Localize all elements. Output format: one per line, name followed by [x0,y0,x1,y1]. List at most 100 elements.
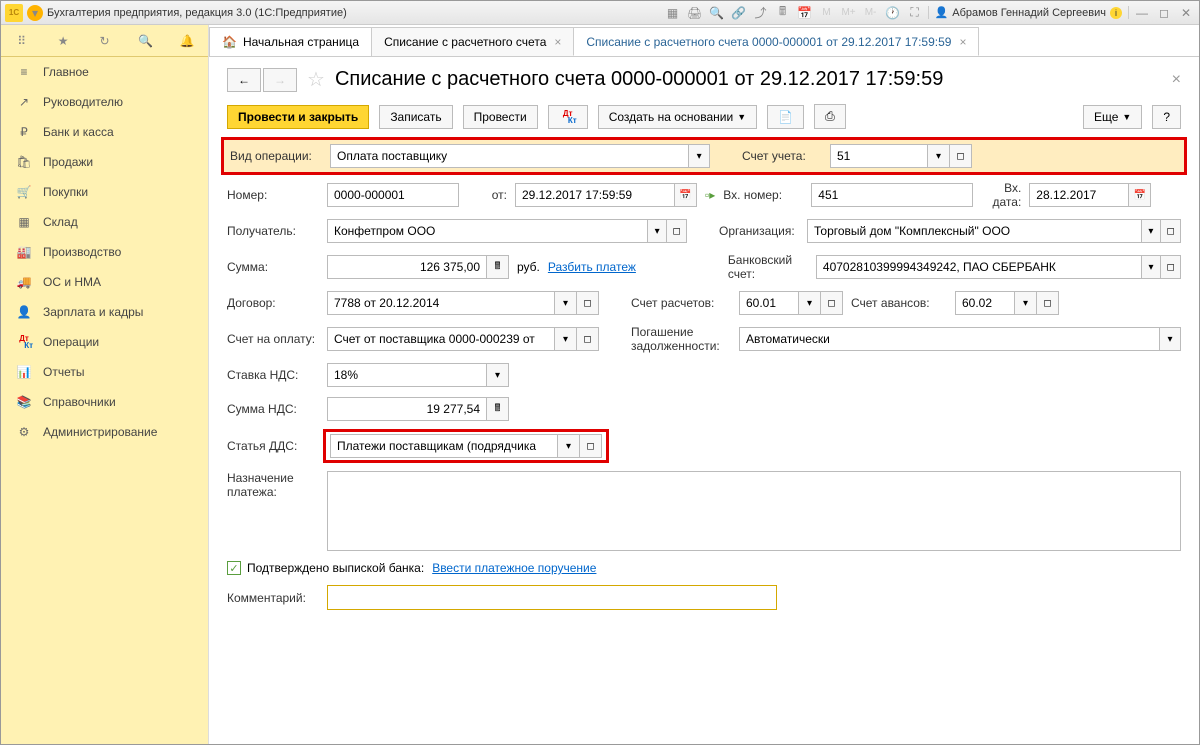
attach-button[interactable]: 📄 [767,105,804,129]
sidebar-item-4[interactable]: 🛒Покупки [1,177,208,207]
settlement-input[interactable] [739,291,799,315]
post-close-button[interactable]: Провести и закрыть [227,105,369,129]
search-icon[interactable]: 🔍 [708,4,726,22]
sidebar-item-6[interactable]: 🏭Производство [1,237,208,267]
tab-home[interactable]: 🏠 Начальная страница [209,27,372,56]
vat-sum-input[interactable] [327,397,487,421]
sidebar-item-10[interactable]: 📊Отчеты [1,357,208,387]
sidebar-item-2[interactable]: ₽Банк и касса [1,117,208,147]
advance-input[interactable] [955,291,1015,315]
close-window-icon[interactable]: ✕ [1177,4,1195,22]
calculator-icon[interactable]: 🖩 [774,4,792,22]
dropdown-icon[interactable]: ▾ [799,291,821,315]
comment-input[interactable] [327,585,777,610]
page-close-icon[interactable]: × [1172,71,1181,89]
sidebar-item-5[interactable]: ▦Склад [1,207,208,237]
op-type-input[interactable] [330,144,689,168]
open-icon[interactable]: ◻ [1037,291,1059,315]
tab-doc2[interactable]: Списание с расчетного счета 0000-000001 … [573,27,979,56]
debt-input[interactable] [739,327,1160,351]
write-button[interactable]: Записать [379,105,452,129]
search-sidebar-icon[interactable]: 🔍 [137,32,155,50]
sidebar-item-12[interactable]: ⚙Администрирование [1,417,208,447]
maximize-icon[interactable]: ◻ [1155,4,1173,22]
contract-input[interactable] [327,291,555,315]
expand-icon[interactable]: ⛶ [906,4,924,22]
dropdown-icon[interactable]: ▾ [27,5,43,21]
open-icon[interactable]: ◻ [577,291,599,315]
vat-rate-input[interactable] [327,363,487,387]
create-based-button[interactable]: Создать на основании ▼ [598,105,757,129]
help-button[interactable]: ? [1152,105,1181,129]
user-badge[interactable]: 👤 Абрамов Геннадий Сергеевич i [928,6,1129,19]
dropdown-icon[interactable]: ▾ [648,219,668,243]
dropdown-icon[interactable]: ▾ [1015,291,1037,315]
close-icon[interactable]: × [959,35,966,49]
dropdown-icon[interactable]: ▾ [555,291,577,315]
dropdown-icon[interactable]: ▾ [558,434,580,458]
close-icon[interactable]: × [554,35,561,49]
open-icon[interactable]: ◻ [950,144,972,168]
open-icon[interactable]: ◻ [821,291,843,315]
clock-icon[interactable]: 🕐 [884,4,902,22]
star-icon[interactable]: ☆ [307,67,325,92]
sidebar-item-3[interactable]: 🛍Продажи [1,147,208,177]
print-icon[interactable]: 🖨 [686,4,704,22]
more-button[interactable]: Еще ▼ [1083,105,1142,129]
dropdown-icon[interactable]: ▾ [1142,255,1162,279]
bank-account-input[interactable] [816,255,1142,279]
link-icon[interactable]: 🔗 [730,4,748,22]
calculator-icon[interactable]: 🖩 [487,397,509,421]
sidebar-item-1[interactable]: ↗Руководителю [1,87,208,117]
dropdown-icon[interactable]: ▾ [555,327,577,351]
confirmed-checkbox[interactable]: ✓ Подтверждено выпиской банка: [227,561,424,575]
dropdown-icon[interactable]: ▾ [487,363,509,387]
apps-icon[interactable]: ⠿ [13,32,31,50]
account-input[interactable] [830,144,928,168]
enter-order-link[interactable]: Ввести платежное поручение [432,561,596,575]
bell-icon[interactable]: 🔔 [178,32,196,50]
sidebar-item-11[interactable]: 📚Справочники [1,387,208,417]
favorite-icon[interactable]: ★ [54,32,72,50]
inc-number-input[interactable] [811,183,973,207]
m-icon[interactable]: M [818,4,836,22]
minimize-icon[interactable]: — [1133,4,1151,22]
history-icon[interactable]: ↻ [95,32,113,50]
calendar-icon[interactable]: 📅 [675,183,697,207]
toolbar-icon[interactable]: ▦ [664,4,682,22]
back-button[interactable]: ← [227,68,261,92]
forward-button[interactable]: → [263,68,297,92]
invoice-input[interactable] [327,327,555,351]
tab-doc1[interactable]: Списание с расчетного счета × [371,27,574,56]
dropdown-icon[interactable]: ▾ [1142,219,1162,243]
purpose-input[interactable] [327,471,1181,551]
calculator-icon[interactable]: 🖩 [487,255,509,279]
dropdown-icon[interactable]: ▾ [928,144,950,168]
sidebar-item-0[interactable]: ≡Главное [1,57,208,87]
open-icon[interactable]: ◻ [667,219,687,243]
dds-input[interactable] [330,434,558,458]
post-button[interactable]: Провести [463,105,538,129]
sidebar-item-8[interactable]: 👤Зарплата и кадры [1,297,208,327]
open-icon[interactable]: ◻ [580,434,602,458]
recipient-input[interactable] [327,219,648,243]
m-minus-icon[interactable]: M- [862,4,880,22]
dropdown-icon[interactable]: ▾ [1160,327,1181,351]
sum-input[interactable] [327,255,487,279]
calendar-icon[interactable]: 📅 [1129,183,1151,207]
open-icon[interactable]: ◻ [577,327,599,351]
dtkt-button[interactable]: ДтКт [548,105,588,129]
clip-button[interactable]: ⎙ [814,104,846,129]
inc-date-input[interactable] [1029,183,1129,207]
open-icon[interactable]: ◻ [1161,219,1181,243]
sidebar-item-7[interactable]: 🚚ОС и НМА [1,267,208,297]
dropdown-icon[interactable]: ▾ [689,144,710,168]
calendar-icon[interactable]: 📅 [796,4,814,22]
m-plus-icon[interactable]: M+ [840,4,858,22]
date-input[interactable] [515,183,675,207]
open-icon[interactable]: ◻ [1161,255,1181,279]
split-payment-link[interactable]: Разбить платеж [548,260,636,274]
sidebar-item-9[interactable]: ДтКтОперации [1,327,208,357]
organization-input[interactable] [807,219,1142,243]
number-input[interactable] [327,183,459,207]
